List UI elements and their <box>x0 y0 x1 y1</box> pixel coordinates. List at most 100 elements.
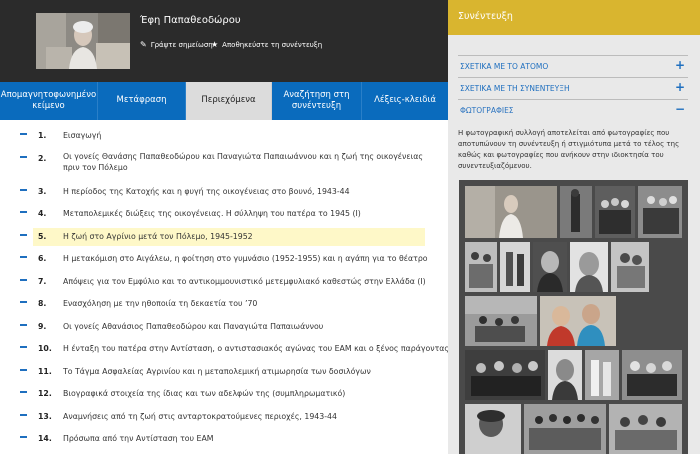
photo-thumbnails <box>465 186 682 454</box>
photo-thumbnail[interactable] <box>548 350 582 400</box>
interviewee-portrait <box>36 13 130 69</box>
photo-thumbnail[interactable] <box>611 242 649 292</box>
chapter-number: 2. <box>38 153 47 163</box>
sidebar-header: Συνέντευξη <box>448 0 700 35</box>
tab-translation[interactable]: Μετάφραση <box>98 82 186 120</box>
collapse-dash-icon <box>20 301 27 303</box>
chapter-item[interactable]: 3. Η περίοδος της Κατοχής και η φυγή της … <box>0 181 448 204</box>
chapter-item[interactable]: 4. Μεταπολεμικές διώξεις της οικογένειας.… <box>0 203 448 226</box>
sidebar-title: Συνέντευξη <box>458 11 513 22</box>
chapter-item[interactable]: 7. Απόψεις για τον Εμφύλιο και το αντικομ… <box>0 271 448 294</box>
photo-thumbnail[interactable] <box>595 186 635 238</box>
collapse-dash-icon <box>20 323 27 326</box>
chapter-item[interactable]: 6. Η μετακόμιση στο Αιγάλεω, η φοίτηση στ… <box>0 248 448 271</box>
photo-thumbnail[interactable] <box>465 186 557 238</box>
chapter-item[interactable]: 14. Πρόσωπα από την Αντίσταση του ΕΑΜ <box>0 428 448 451</box>
chapter-title: Εισαγωγή <box>63 131 102 140</box>
collapse-dash-icon <box>20 211 27 213</box>
collapse-dash-icon <box>20 188 27 191</box>
chapter-number: 1. <box>38 131 47 140</box>
photo-thumbnail[interactable] <box>585 350 619 400</box>
accordion-about-person[interactable]: ΣΧΕΤΙΚΑ ΜΕ ΤΟ ΑΤΟΜΟ + <box>458 55 688 76</box>
collapse-dash-icon <box>20 256 27 258</box>
photo-thumbnail[interactable] <box>622 350 682 400</box>
collapse-dash-icon <box>20 233 27 236</box>
tab-search-interview[interactable]: Αναζήτηση στη συνέντευξη <box>272 82 362 120</box>
chapter-title: Μεταπολεμικές διώξεις της οικογένειας. Η… <box>63 209 361 218</box>
chapter-item[interactable]: 9. Οι γονείς Αθανάσιος Παπαθεοδώρου και Π… <box>0 316 448 339</box>
chapter-item[interactable]: 12. Βιογραφικά στοιχεία της ίδιας και των… <box>0 383 448 406</box>
save-interview-label: Αποθηκεύστε τη συνέντευξη <box>222 41 323 49</box>
chapter-number: 11. <box>38 366 52 376</box>
chapter-number: 13. <box>38 411 52 421</box>
chapter-title: Πρόσωπα από την Αντίσταση του ΕΑΜ <box>63 434 214 443</box>
chapter-title: Βιογραφικά στοιχεία της ίδιας και των αδ… <box>63 389 346 398</box>
collapse-minus-icon: − <box>674 102 685 116</box>
portrait-photo <box>36 13 130 69</box>
collapse-dash-icon <box>20 155 27 158</box>
photo-thumbnail[interactable] <box>638 186 682 238</box>
chapter-list: 1. Εισαγωγή 2. Οι γονείς Θανάσης Παπαθεοδώ… <box>0 125 449 451</box>
chapter-number: 9. <box>38 321 47 331</box>
chapter-number: 10. <box>38 344 52 353</box>
collapse-dash-icon <box>20 133 27 135</box>
chapter-number: 14. <box>38 434 52 443</box>
chapter-number: 7. <box>38 276 47 286</box>
tab-contents[interactable]: Περιεχόμενα <box>186 82 272 120</box>
accordion-label: ΣΧΕΤΙΚΑ ΜΕ ΤΟ ΑΤΟΜΟ <box>460 62 549 71</box>
photo-thumbnail[interactable] <box>570 242 608 292</box>
tab-transcript[interactable]: Απομαγνητοφωνημένο κείμενο <box>0 82 98 120</box>
chapter-title: Αναμνήσεις από τη ζωή στις ανταρτοκρατού… <box>63 411 337 421</box>
chapter-item-selected[interactable]: 5. Η ζωή στο Αγρίνιο μετά τον Πόλεμο, 194… <box>0 226 448 249</box>
photo-thumbnail[interactable] <box>465 296 537 346</box>
chapter-item[interactable]: 10. Η ένταξη του πατέρα στην Αντίσταση, ο… <box>0 338 449 361</box>
chapter-title: Η ένταξη του πατέρα στην Αντίσταση, ο αν… <box>63 344 449 353</box>
photo-thumbnail[interactable] <box>465 404 521 454</box>
photo-thumbnail[interactable] <box>540 296 616 346</box>
accordion-about-interview[interactable]: ΣΧΕΤΙΚΑ ΜΕ ΤΗ ΣΥΝΕΝΤΕΥΞΗ + <box>458 77 688 98</box>
chapter-title: Ενασχόληση με την ηθοποιία τη δεκαετία τ… <box>63 299 258 308</box>
chapter-number: 6. <box>38 254 47 263</box>
photo-thumbnail[interactable] <box>524 404 606 454</box>
expand-plus-icon: + <box>674 58 685 72</box>
chapter-title: Απόψεις για τον Εμφύλιο και το αντικομμο… <box>63 276 426 286</box>
write-note-label: Γράψτε σημείωση <box>150 41 213 49</box>
collapse-dash-icon <box>20 368 27 371</box>
main-panel: Έφη Παπαθεοδώρου ✎ Γράψτε σημείωση ★ Αποθη… <box>0 0 449 454</box>
interviewee-header: Έφη Παπαθεοδώρου ✎ Γράψτε σημείωση ★ Αποθη… <box>0 0 448 82</box>
photo-thumbnail[interactable] <box>465 350 545 400</box>
accordion-label: ΣΧΕΤΙΚΑ ΜΕ ΤΗ ΣΥΝΕΝΤΕΥΞΗ <box>460 84 570 93</box>
photo-thumbnail[interactable] <box>465 242 497 292</box>
photo-thumbnail[interactable] <box>560 186 592 238</box>
accordion-photos[interactable]: ΦΩΤΟΓΡΑΦΙΕΣ − <box>458 99 688 120</box>
chapter-title: Το Τάγμα Ασφαλείας Αγρινίου και η μεταπο… <box>63 366 371 376</box>
write-note-button[interactable]: ✎ Γράψτε σημείωση <box>140 40 213 49</box>
photo-thumbnail[interactable] <box>500 242 530 292</box>
chapter-item[interactable]: 2. Οι γονείς Θανάσης Παπαθεοδώρου και Παν… <box>0 148 448 181</box>
collapse-dash-icon <box>20 413 27 416</box>
chapter-title: Η μετακόμιση στο Αιγάλεω, η φοίτηση στο … <box>63 254 428 263</box>
chapter-item[interactable]: 11. Το Τάγμα Ασφαλείας Αγρινίου και η μετ… <box>0 361 448 384</box>
chapter-number: 4. <box>38 209 47 218</box>
interviewee-name: Έφη Παπαθεοδώρου <box>140 15 241 26</box>
save-interview-button[interactable]: ★ Αποθηκεύστε τη συνέντευξη <box>211 40 322 49</box>
chapter-number: 3. <box>38 186 47 196</box>
tab-keywords[interactable]: Λέξεις-κλειδιά <box>362 82 448 120</box>
chapter-item[interactable]: 8. Ενασχόληση με την ηθοποιία τη δεκαετία… <box>0 293 448 316</box>
photo-thumbnail[interactable] <box>609 404 682 454</box>
expand-plus-icon: + <box>674 80 685 94</box>
chapter-item[interactable]: 1. Εισαγωγή <box>0 125 448 148</box>
chapter-title: Οι γονείς Αθανάσιος Παπαθεοδώρου και Παν… <box>63 321 324 331</box>
chapter-number: 5. <box>38 231 47 241</box>
collapse-dash-icon <box>20 391 27 393</box>
chapter-item[interactable]: 13. Αναμνήσεις από τη ζωή στις ανταρτοκρα… <box>0 406 448 429</box>
collapse-dash-icon <box>20 436 27 438</box>
photo-gallery <box>459 180 688 454</box>
photo-thumbnail[interactable] <box>533 242 567 292</box>
chapter-number: 12. <box>38 389 52 398</box>
photos-description: Η φωτογραφική συλλογή αποτελείται από φω… <box>458 129 680 170</box>
collapse-dash-icon <box>20 346 27 348</box>
content-tabs: Απομαγνητοφωνημένο κείμενο Μετάφραση Περ… <box>0 82 448 120</box>
chapter-title: Οι γονείς Θανάσης Παπαθεοδώρου και Παναγ… <box>63 151 423 173</box>
chapter-number: 8. <box>38 299 47 308</box>
